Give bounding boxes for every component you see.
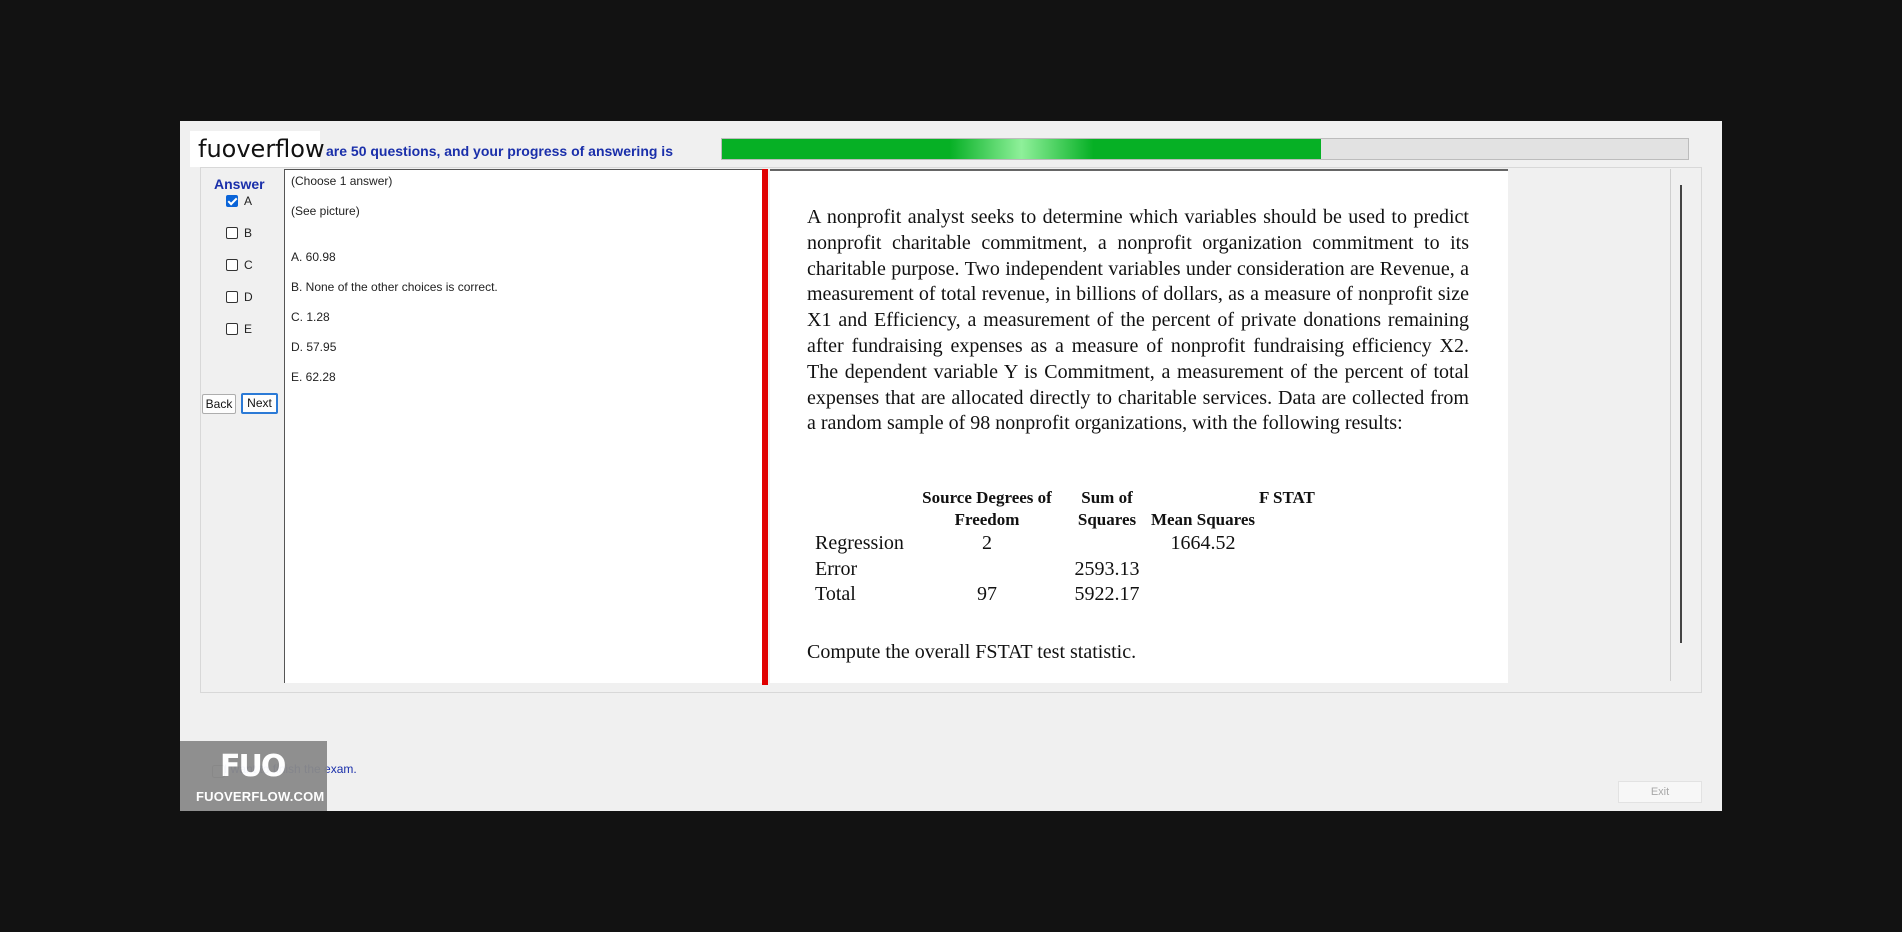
option-b[interactable]: B <box>226 225 252 241</box>
back-button[interactable]: Back <box>202 394 236 414</box>
option-a[interactable]: A <box>226 193 252 209</box>
option-e[interactable]: E <box>226 321 252 337</box>
option-a-label: A <box>244 194 253 208</box>
option-b-label: B <box>244 226 253 240</box>
question-instruction: (Choose 1 answer) <box>291 174 393 188</box>
progress-label: are 50 questions, and your progress of a… <box>326 143 673 159</box>
anova-header-cell: Mean Squares <box>1150 510 1256 529</box>
anova-cell: 97 <box>977 583 997 605</box>
option-d[interactable]: D <box>226 289 253 305</box>
anova-cell <box>1067 531 1147 557</box>
exit-button[interactable]: Exit <box>1618 781 1702 803</box>
anova-cell: 1664.52 <box>1170 532 1236 554</box>
option-e-label: E <box>244 322 253 336</box>
watermark-logo-text: FUO <box>220 749 286 784</box>
answer-title: Answer <box>214 176 265 192</box>
anova-cell: 2593.13 <box>1074 557 1140 580</box>
anova-table: Source Degrees of Freedom Sum of Squares… <box>807 487 1367 608</box>
option-a-checkbox[interactable] <box>226 195 238 207</box>
option-c[interactable]: C <box>226 257 253 273</box>
vertical-scrollbar[interactable] <box>1680 185 1682 643</box>
watermark-logo: FUO FUOVERFLOW.COM <box>180 741 327 811</box>
scroll-divider <box>1670 169 1671 681</box>
question-see-picture: (See picture) <box>291 204 360 218</box>
anova-header-cell <box>807 487 907 531</box>
anova-header-row: Source Degrees of Freedom Sum of Squares… <box>807 487 1367 531</box>
anova-cell <box>1259 557 1367 583</box>
choice-c: C. 1.28 <box>291 310 330 324</box>
question-panel: (Choose 1 answer) (See picture) A. 60.98… <box>284 169 762 683</box>
anova-header-cell: F STAT <box>1259 488 1315 507</box>
next-button[interactable]: Next <box>241 393 278 414</box>
anova-row: Error 2593.13 <box>807 557 1367 583</box>
picture-scroll-area <box>1510 169 1688 681</box>
choice-a: A. 60.98 <box>291 250 336 264</box>
option-e-checkbox[interactable] <box>226 323 238 335</box>
exam-window: fuoverflow are 50 questions, and your pr… <box>180 121 1722 811</box>
anova-row: Regression 2 1664.52 <box>807 531 1367 557</box>
anova-cell: Total <box>815 583 856 605</box>
option-c-label: C <box>244 258 253 272</box>
choice-b: B. None of the other choices is correct. <box>291 280 498 294</box>
option-d-label: D <box>244 290 253 304</box>
anova-cell: Regression <box>815 532 904 554</box>
panel-splitter[interactable] <box>762 169 768 685</box>
anova-cell <box>1259 582 1367 608</box>
anova-header-cell: Sum of Squares <box>1077 488 1137 529</box>
watermark-url: FUOVERFLOW.COM <box>196 789 325 804</box>
progress-bar-fill <box>722 139 1321 159</box>
problem-text: A nonprofit analyst seeks to determine w… <box>807 206 1469 435</box>
option-b-checkbox[interactable] <box>226 227 238 239</box>
choice-d: D. 57.95 <box>291 340 337 354</box>
anova-cell <box>907 557 1067 583</box>
option-d-checkbox[interactable] <box>226 291 238 303</box>
anova-cell <box>1147 557 1259 583</box>
compute-text: Compute the overall FSTAT test statistic… <box>807 641 1137 663</box>
anova-cell <box>1259 531 1367 557</box>
anova-cell <box>1147 582 1259 608</box>
anova-row: Total 97 5922.17 <box>807 582 1367 608</box>
anova-cell: Error <box>815 557 858 580</box>
brand-label: fuoverflow <box>190 131 325 167</box>
anova-cell: 5922.17 <box>1074 583 1140 605</box>
option-c-checkbox[interactable] <box>226 259 238 271</box>
progress-bar <box>721 138 1689 160</box>
choice-e: E. 62.28 <box>291 370 336 384</box>
anova-header-cell: Source Degrees of Freedom <box>922 488 1052 529</box>
anova-cell: 2 <box>982 532 992 554</box>
question-picture: A nonprofit analyst seeks to determine w… <box>770 169 1508 683</box>
